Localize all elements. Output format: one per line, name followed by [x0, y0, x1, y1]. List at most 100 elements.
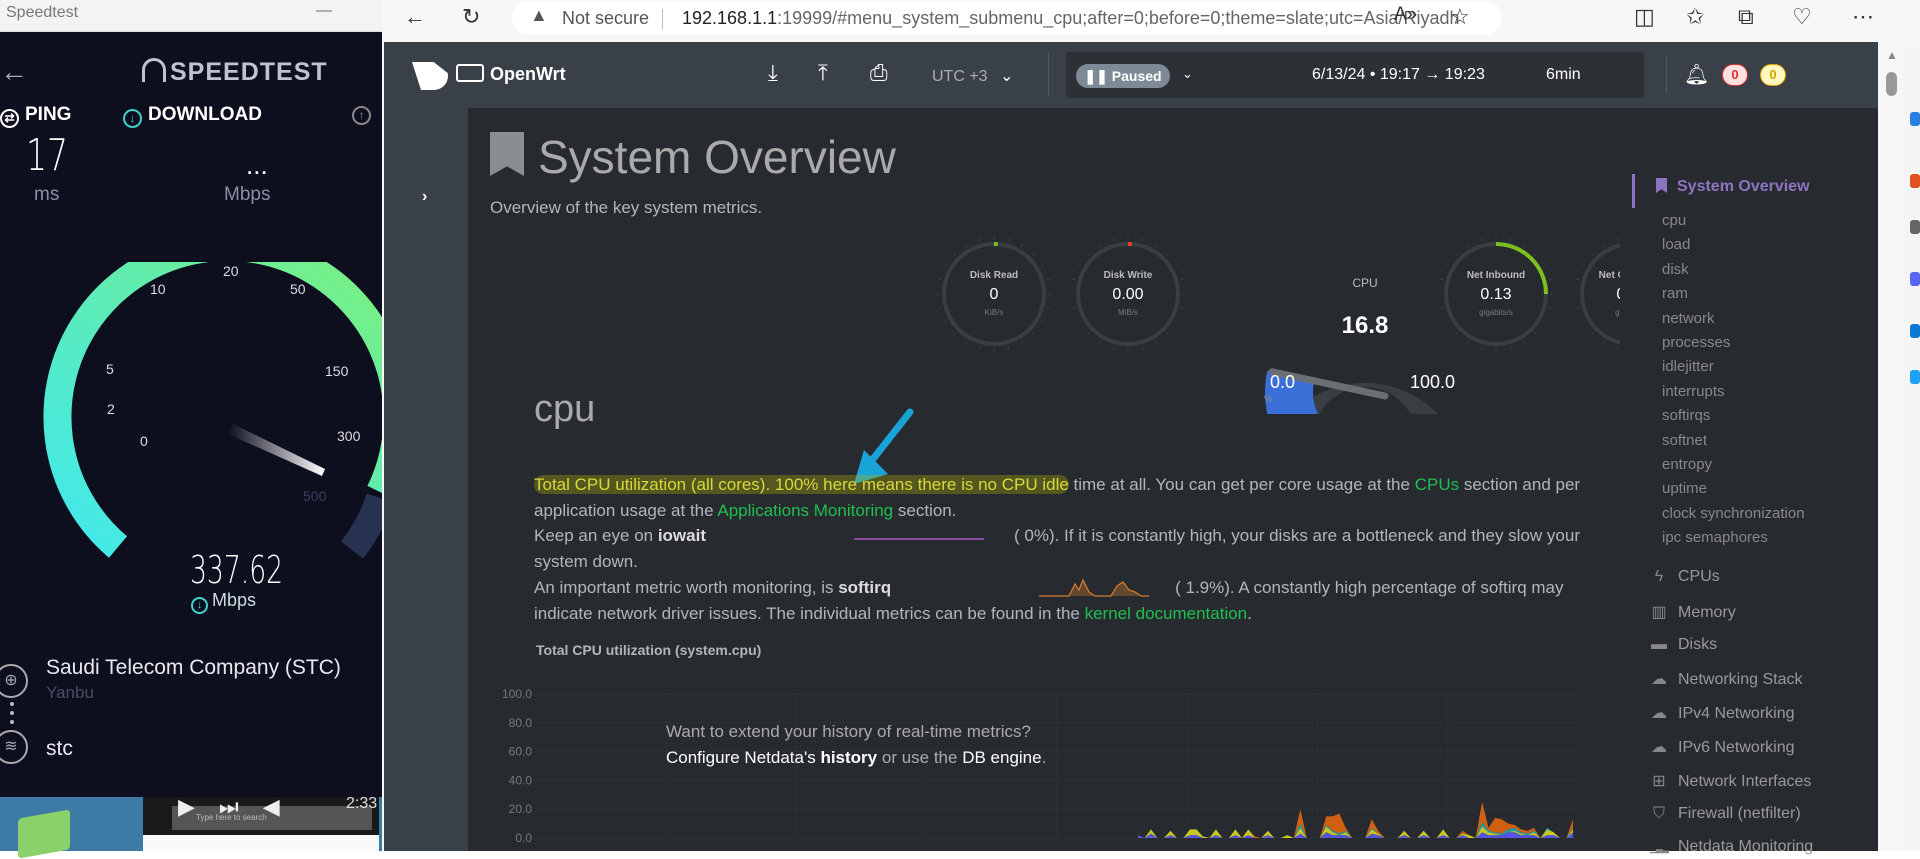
print-icon[interactable]: ⎙ [870, 60, 888, 86]
gauge-unit: MiB/s [1068, 308, 1188, 317]
host-icon [456, 64, 484, 82]
more-icon[interactable]: ⋯ [1852, 4, 1874, 30]
critical-alarms-badge[interactable]: 0 [1722, 64, 1748, 86]
scroll-up-icon[interactable]: ▲ [1886, 48, 1898, 62]
kernel-documentation-link[interactable]: kernel documentation [1085, 604, 1248, 623]
right-nav: System Overview cpu load disk ram network pro… [1620, 108, 1878, 851]
y-tick-label: 100.0 [502, 687, 532, 701]
cloud-icon: ☁ [1650, 737, 1668, 757]
sitemap-icon: ⊞ [1650, 771, 1668, 791]
nav-section-label: Firewall (netfilter) [1678, 805, 1801, 822]
next-icon[interactable]: ⏭ [219, 794, 263, 819]
collections-icon[interactable]: ⧉ [1738, 4, 1754, 30]
page-subtitle: Overview of the key system metrics. [490, 198, 762, 218]
sidebar-app-icon[interactable] [1910, 220, 1920, 234]
sidebar-app-icon[interactable] [1910, 112, 1920, 126]
warning-icon[interactable]: ▲ [530, 5, 548, 26]
refresh-icon[interactable]: ↻ [462, 4, 480, 30]
sidebar-app-icon[interactable] [1910, 174, 1920, 188]
y-tick-label: 20.0 [509, 802, 533, 816]
cpu-chart[interactable]: 0.020.040.060.080.0100.0 [488, 652, 1618, 852]
applications-monitoring-link[interactable]: Applications Monitoring [717, 501, 893, 520]
split-screen-icon[interactable]: ◫ [1634, 4, 1655, 30]
nav-subitem-idlejitter[interactable]: idlejitter [1662, 358, 1714, 375]
timezone-select[interactable]: UTC +3 ⌄ [932, 66, 1013, 86]
nav-subitem-softnet[interactable]: softnet [1662, 432, 1707, 449]
y-tick-label: 80.0 [509, 716, 533, 730]
network-name: stc [46, 737, 73, 761]
nav-section-ipv6-networking[interactable]: ☁IPv6 Networking [1650, 737, 1795, 757]
db-engine-link[interactable]: DB engine [962, 748, 1041, 767]
security-label[interactable]: Not secure [562, 8, 649, 29]
netdata-logo[interactable] [412, 62, 448, 90]
wifi-icon: ≋ [0, 730, 28, 764]
nav-subitem-interrupts[interactable]: interrupts [1662, 383, 1725, 400]
volume-icon[interactable]: ◀ [263, 794, 304, 819]
export-icon[interactable]: ⤒ [818, 60, 828, 86]
minimize-button[interactable]: — [316, 2, 332, 20]
sidebar-app-icon[interactable] [1910, 370, 1920, 384]
media-time: 2:33 [346, 795, 377, 813]
nav-section-label: IPv4 Networking [1678, 705, 1795, 722]
nav-subitem-entropy[interactable]: entropy [1662, 456, 1712, 473]
nav-section-netdata-monitoring[interactable]: ▁▃▂ Netdata Monitoring [1650, 838, 1813, 856]
import-icon[interactable]: ⤓ [768, 60, 778, 86]
nav-subitem-ram[interactable]: ram [1662, 285, 1688, 302]
download-label: ↓DOWNLOAD [123, 104, 262, 128]
nav-subitem-cpu[interactable]: cpu [1662, 212, 1686, 229]
section-description: Total CPU utilization (all cores). 100% … [534, 472, 1594, 626]
sidebar-app-icon[interactable] [1910, 324, 1920, 338]
gauge-disk-read: Disk Read0KiB/s [934, 234, 1054, 354]
bell-icon[interactable]: 🔔︎ [1684, 62, 1709, 87]
play-pause-button[interactable]: ❚❚ Paused [1076, 64, 1170, 88]
date-range[interactable]: 6/13/24 • 19:17 → 19:23 [1312, 66, 1485, 84]
gauge-tick-label: 500 [303, 488, 327, 504]
hostname[interactable]: OpenWrt [490, 64, 566, 85]
chevron-down-icon[interactable]: ⌄ [1182, 66, 1193, 82]
nav-subitem-ipc-semaphores[interactable]: ipc semaphores [1662, 529, 1768, 546]
y-tick-label: 60.0 [509, 745, 533, 759]
nav-subitem-clock-synchronization[interactable]: clock synchronization [1662, 505, 1805, 522]
nav-subitem-network[interactable]: network [1662, 310, 1715, 327]
scroll-thumb[interactable] [1886, 72, 1897, 96]
cpus-link[interactable]: CPUs [1415, 475, 1459, 494]
nav-section-label: Netdata Monitoring [1678, 838, 1813, 855]
duration: 6min [1546, 66, 1581, 84]
back-icon[interactable]: ← [404, 4, 426, 30]
expand-sidebar-icon[interactable]: › [422, 188, 427, 206]
shield-icon: ⛉ [1650, 805, 1668, 823]
favorite-star-icon[interactable]: ☆ [1450, 4, 1470, 30]
divider [1048, 52, 1049, 96]
bar-chart-icon: ▁▃▂ [1650, 843, 1668, 854]
nav-section-disks[interactable]: ▬Disks [1650, 636, 1717, 654]
nav-section-networking-stack[interactable]: ☁Networking Stack [1650, 669, 1803, 689]
warning-alarms-badge[interactable]: 0 [1760, 64, 1786, 86]
nav-section-firewall-netfilter-[interactable]: ⛉ Firewall (netfilter) [1650, 805, 1801, 823]
nav-section-ipv4-networking[interactable]: ☁IPv4 Networking [1650, 703, 1795, 723]
netdata-page: OpenWrt ⤓ ⤒ ⎙ UTC +3 ⌄ ❚❚ Paused ⌄ 6/13/… [384, 42, 1878, 851]
divider [662, 9, 663, 29]
nav-subitem-processes[interactable]: processes [1662, 334, 1730, 351]
nav-subitem-softirqs[interactable]: softirqs [1662, 407, 1710, 424]
nav-section-memory[interactable]: ▥Memory [1650, 602, 1736, 622]
back-arrow-icon[interactable]: ← [0, 56, 28, 88]
nav-subitem-load[interactable]: load [1662, 236, 1690, 253]
gauge-unit: gigabits/s [1436, 308, 1556, 317]
nav-section-cpus[interactable]: ϟCPUs [1650, 568, 1720, 586]
browser-window: ← ↻ ▲ Not secure 192.168.1.1:19999/#menu… [382, 0, 1920, 851]
speed-unit: ↓Mbps [191, 590, 256, 614]
browser-health-icon[interactable]: ♡ [1792, 4, 1812, 30]
nav-section-label: Memory [1678, 604, 1736, 621]
gauge-tick-label: 150 [325, 363, 349, 379]
url-text[interactable]: 192.168.1.1:19999/#menu_system_submenu_c… [682, 8, 1460, 29]
nav-subitem-uptime[interactable]: uptime [1662, 480, 1707, 497]
read-aloud-icon[interactable]: A» [1394, 4, 1417, 26]
nav-section-network-interfaces[interactable]: ⊞Network Interfaces [1650, 771, 1811, 791]
history-link[interactable]: history [820, 748, 877, 767]
nav-subitem-disk[interactable]: disk [1662, 261, 1689, 278]
nav-heading-system-overview[interactable]: System Overview [1656, 178, 1810, 196]
nav-section-label: Networking Stack [1678, 671, 1803, 688]
play-icon[interactable]: ▶ [178, 794, 219, 819]
favorites-icon[interactable]: ✩ [1686, 4, 1704, 30]
sidebar-app-icon[interactable] [1910, 272, 1920, 286]
